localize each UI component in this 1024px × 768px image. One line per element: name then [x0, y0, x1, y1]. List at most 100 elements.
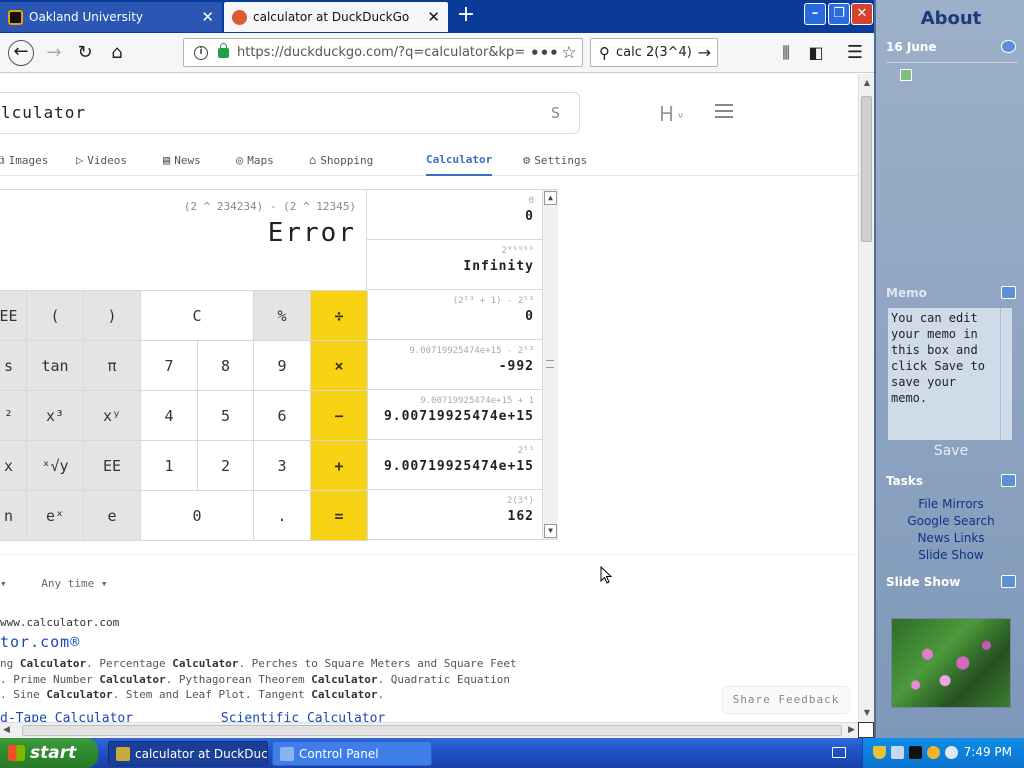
- scrollbar-thumb[interactable]: [22, 725, 842, 736]
- calc-key[interactable]: ×: [311, 341, 368, 391]
- calc-key[interactable]: 6: [254, 391, 311, 441]
- result-url[interactable]: www.calculator.com: [0, 616, 119, 629]
- slideshow-image[interactable]: [891, 618, 1011, 708]
- scrollbar-thumb[interactable]: [861, 96, 872, 242]
- browser-search-box[interactable]: ⚲ calc 2(3^4) →: [590, 38, 718, 67]
- calc-key[interactable]: x: [0, 441, 27, 491]
- taskbar-item-firefox[interactable]: calculator at DuckDuc...: [108, 741, 268, 766]
- ddg-search-value[interactable]: lculator: [1, 103, 86, 122]
- ddg-menu-icon[interactable]: [715, 104, 733, 118]
- library-icon[interactable]: ⫼: [774, 41, 798, 65]
- globe-icon[interactable]: [1001, 40, 1016, 53]
- calc-key[interactable]: 7: [141, 341, 198, 391]
- calc-key[interactable]: 2: [198, 441, 254, 491]
- close-window-button[interactable]: ✕: [851, 3, 873, 25]
- tab-videos[interactable]: ▷ Videos: [76, 150, 127, 176]
- scroll-right-icon[interactable]: ▶: [848, 725, 855, 735]
- reload-button[interactable]: ↻: [73, 41, 97, 65]
- page-horizontal-scrollbar[interactable]: ◀ ▶: [0, 722, 858, 738]
- memo-scrollbar[interactable]: [1000, 308, 1012, 440]
- tab-shopping[interactable]: ⌂ Shopping: [309, 150, 373, 176]
- forward-button[interactable]: →: [42, 41, 66, 65]
- memo-icon[interactable]: [1001, 286, 1016, 299]
- time-filter[interactable]: Any time ▾: [41, 577, 107, 590]
- scroll-grip[interactable]: [546, 360, 554, 368]
- calc-key[interactable]: eˣ: [27, 491, 84, 541]
- calc-key[interactable]: =: [311, 491, 368, 541]
- home-button[interactable]: ⌂: [105, 41, 129, 65]
- tab-oakland-university[interactable]: Oakland University ✕: [0, 2, 222, 32]
- tab-images[interactable]: ⧉ Images: [0, 150, 48, 176]
- network-icon[interactable]: [891, 746, 904, 759]
- calc-key[interactable]: EE: [0, 291, 27, 341]
- calc-key[interactable]: ÷: [311, 291, 368, 341]
- tab-calculator[interactable]: Calculator: [426, 150, 493, 176]
- new-tab-button[interactable]: +: [452, 4, 480, 28]
- calc-key[interactable]: s: [0, 341, 27, 391]
- calc-key[interactable]: −: [311, 391, 368, 441]
- calc-key[interactable]: 3: [254, 441, 311, 491]
- task-google-search[interactable]: Google Search: [876, 514, 1024, 528]
- menu-icon[interactable]: ☰: [843, 41, 867, 65]
- scroll-down-icon[interactable]: ▼: [544, 524, 557, 538]
- scroll-up-icon[interactable]: ▲: [544, 191, 557, 205]
- history-entry[interactable]: (2⁵³ + 1) - 2⁵³ 0: [367, 290, 542, 340]
- calc-key[interactable]: .: [254, 491, 311, 541]
- result-title[interactable]: tor.com®: [0, 633, 80, 651]
- history-entry[interactable]: 00: [367, 190, 542, 240]
- restore-button[interactable]: ❐: [828, 3, 850, 25]
- calc-key[interactable]: 1: [141, 441, 198, 491]
- start-button[interactable]: start: [0, 738, 98, 768]
- memo-textarea[interactable]: You can edit your memo in this box and c…: [887, 307, 1013, 441]
- slideshow-icon[interactable]: [1001, 575, 1016, 588]
- shield-icon[interactable]: [873, 746, 886, 759]
- sitelink-tape-calculator[interactable]: d-Tape Calculator: [0, 711, 133, 722]
- calc-key[interactable]: tan: [27, 341, 84, 391]
- calc-key[interactable]: %: [254, 291, 311, 341]
- url-text[interactable]: https://duckduckgo.com/?q=calculator&kp=: [237, 45, 530, 60]
- tasks-icon[interactable]: [1001, 474, 1016, 487]
- tab-settings[interactable]: ⚙ Settings: [523, 150, 587, 176]
- tab-maps[interactable]: ◎ Maps: [236, 150, 274, 176]
- calc-key[interactable]: xʸ: [84, 391, 141, 441]
- task-file-mirrors[interactable]: File Mirrors: [876, 497, 1024, 511]
- task-slide-show[interactable]: Slide Show: [876, 548, 1024, 562]
- bookmark-star-icon[interactable]: ☆: [556, 43, 582, 63]
- calc-key[interactable]: C: [141, 291, 254, 341]
- sitelink-scientific-calculator[interactable]: Scientific Calculator: [221, 711, 385, 722]
- calc-key[interactable]: ˣ√y: [27, 441, 84, 491]
- scroll-up-icon[interactable]: ▲: [860, 76, 874, 90]
- taskbar-item-control-panel[interactable]: Control Panel: [272, 741, 432, 766]
- calc-key[interactable]: ): [84, 291, 141, 341]
- calc-key[interactable]: (: [27, 291, 84, 341]
- search-icon[interactable]: [927, 746, 940, 759]
- monitor-icon[interactable]: [909, 746, 922, 759]
- share-feedback-button[interactable]: Share Feedback: [722, 686, 850, 714]
- history-scrollbar[interactable]: ▲ ▼: [542, 190, 558, 539]
- calc-key[interactable]: π: [84, 341, 141, 391]
- close-tab-icon[interactable]: ✕: [427, 8, 440, 26]
- calc-key[interactable]: ²: [0, 391, 27, 441]
- task-news-links[interactable]: News Links: [876, 531, 1024, 545]
- history-entry[interactable]: 9.00719925474e+15 - 2⁵³ -992: [367, 340, 542, 390]
- privacy-grade-badge[interactable]: Hν: [659, 102, 683, 126]
- calc-key[interactable]: 4: [141, 391, 198, 441]
- keyboard-icon[interactable]: [832, 747, 846, 758]
- history-entry[interactable]: 2(3⁴) 162: [367, 490, 542, 540]
- scroll-left-icon[interactable]: ◀: [3, 725, 10, 735]
- speaker-icon[interactable]: [945, 746, 958, 759]
- url-bar[interactable]: i https://duckduckgo.com/?q=calculator&k…: [183, 38, 583, 67]
- sidebar-toggle-icon[interactable]: ◧: [804, 41, 828, 65]
- memo-text[interactable]: You can edit your memo in this box and c…: [891, 311, 992, 405]
- clock[interactable]: 7:49 PM: [964, 745, 1012, 759]
- history-entry[interactable]: 2⁹⁹⁹⁹⁹ Infinity: [367, 240, 542, 290]
- page-actions-icon[interactable]: •••: [530, 44, 559, 62]
- minimize-button[interactable]: –: [804, 3, 826, 25]
- calc-key[interactable]: e: [84, 491, 141, 541]
- info-icon[interactable]: i: [194, 45, 208, 60]
- ddg-search-input[interactable]: lculator S: [0, 92, 580, 134]
- calc-key[interactable]: x³: [27, 391, 84, 441]
- close-tab-icon[interactable]: ✕: [201, 8, 214, 26]
- calc-key[interactable]: 0: [141, 491, 254, 541]
- tab-news[interactable]: ▤ News: [163, 150, 201, 176]
